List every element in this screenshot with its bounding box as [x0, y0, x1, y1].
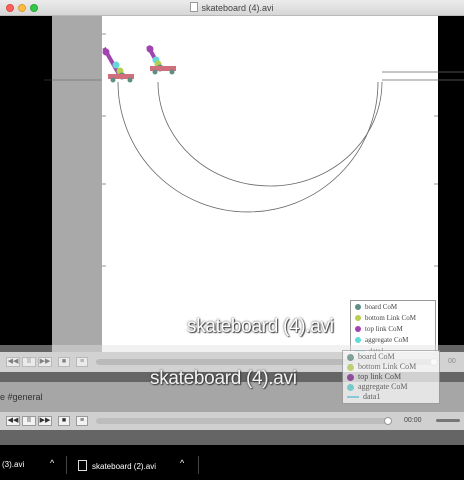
download-item[interactable]: skateboard (2).avi [78, 460, 156, 471]
legend-dot-icon [347, 353, 354, 361]
legend-dot-icon [355, 304, 361, 311]
time-readout: 00:00 [404, 417, 422, 424]
window-title-text: skateboard (4).avi [201, 3, 274, 13]
window-title: skateboard (4).avi [0, 2, 464, 13]
downloads-bar: (3).avi ^ skateboard (2).avi ^ [0, 452, 464, 480]
legend-item: bottom Link CoM [347, 362, 416, 371]
legend-label: top link CoM [365, 325, 403, 333]
forward-button[interactable]: ▶▶ [38, 416, 52, 426]
video-title-overlay-ghost: skateboard (4).avi [150, 368, 297, 389]
legend-item: board CoM [347, 352, 395, 361]
legend-label: top link CoM [358, 372, 402, 381]
legend-label: bottom Link CoM [365, 314, 416, 322]
seek-knob[interactable] [384, 417, 392, 425]
legend-dot-icon [355, 337, 361, 344]
download-item-label: skateboard (2).avi [92, 462, 157, 471]
chevron-up-icon[interactable]: ^ [180, 458, 184, 468]
download-item-label: (3).avi [2, 460, 25, 469]
legend-dot-icon [355, 315, 361, 322]
player-controls-lower: ◀◀ II ▶▶ ■ ≡ 00:00 [0, 412, 464, 430]
legend-item: aggregate CoM [355, 336, 408, 344]
divider [66, 456, 67, 474]
ghost-legend: board CoM bottom Link CoM top link CoM a… [342, 350, 440, 404]
legend-item: bottom Link CoM [355, 314, 416, 322]
legend-dot-icon [347, 383, 354, 391]
legend-label: bottom Link CoM [358, 362, 417, 371]
legend-label: board CoM [358, 352, 395, 361]
legend-label: data1 [363, 392, 381, 401]
file-icon [78, 460, 87, 471]
legend-dot-icon [347, 363, 354, 371]
download-item[interactable]: (3).avi [2, 460, 24, 469]
document-icon [190, 2, 199, 12]
legend-item: aggregate CoM [347, 382, 408, 391]
legend-item: top link CoM [355, 325, 403, 333]
video-title-overlay: skateboard (4).avi [187, 316, 334, 337]
legend-label: aggregate CoM [365, 336, 409, 344]
window-titlebar: skateboard (4).avi [0, 0, 464, 16]
divider [198, 456, 199, 474]
seek-bar[interactable] [96, 418, 392, 424]
legend-item: data1 [347, 392, 380, 401]
stop-button[interactable]: ■ [58, 416, 70, 426]
legend-item: board CoM [355, 303, 397, 311]
legend-dot-icon [355, 326, 361, 333]
legend-label: board CoM [365, 303, 398, 311]
rewind-button[interactable]: ◀◀ [6, 416, 20, 426]
legend-item: top link CoM [347, 372, 401, 381]
channel-label: e #general [0, 392, 43, 402]
legend-line-icon [347, 396, 359, 399]
volume-slider[interactable] [436, 419, 460, 422]
legend-dot-icon [347, 373, 354, 381]
chevron-up-icon[interactable]: ^ [50, 458, 54, 468]
video-frame[interactable]: board CoM bottom Link CoM top link CoM a… [0, 16, 464, 352]
legend-label: aggregate CoM [358, 382, 408, 391]
playlist-button[interactable]: ≡ [76, 416, 88, 426]
pause-button[interactable]: II [22, 416, 36, 426]
